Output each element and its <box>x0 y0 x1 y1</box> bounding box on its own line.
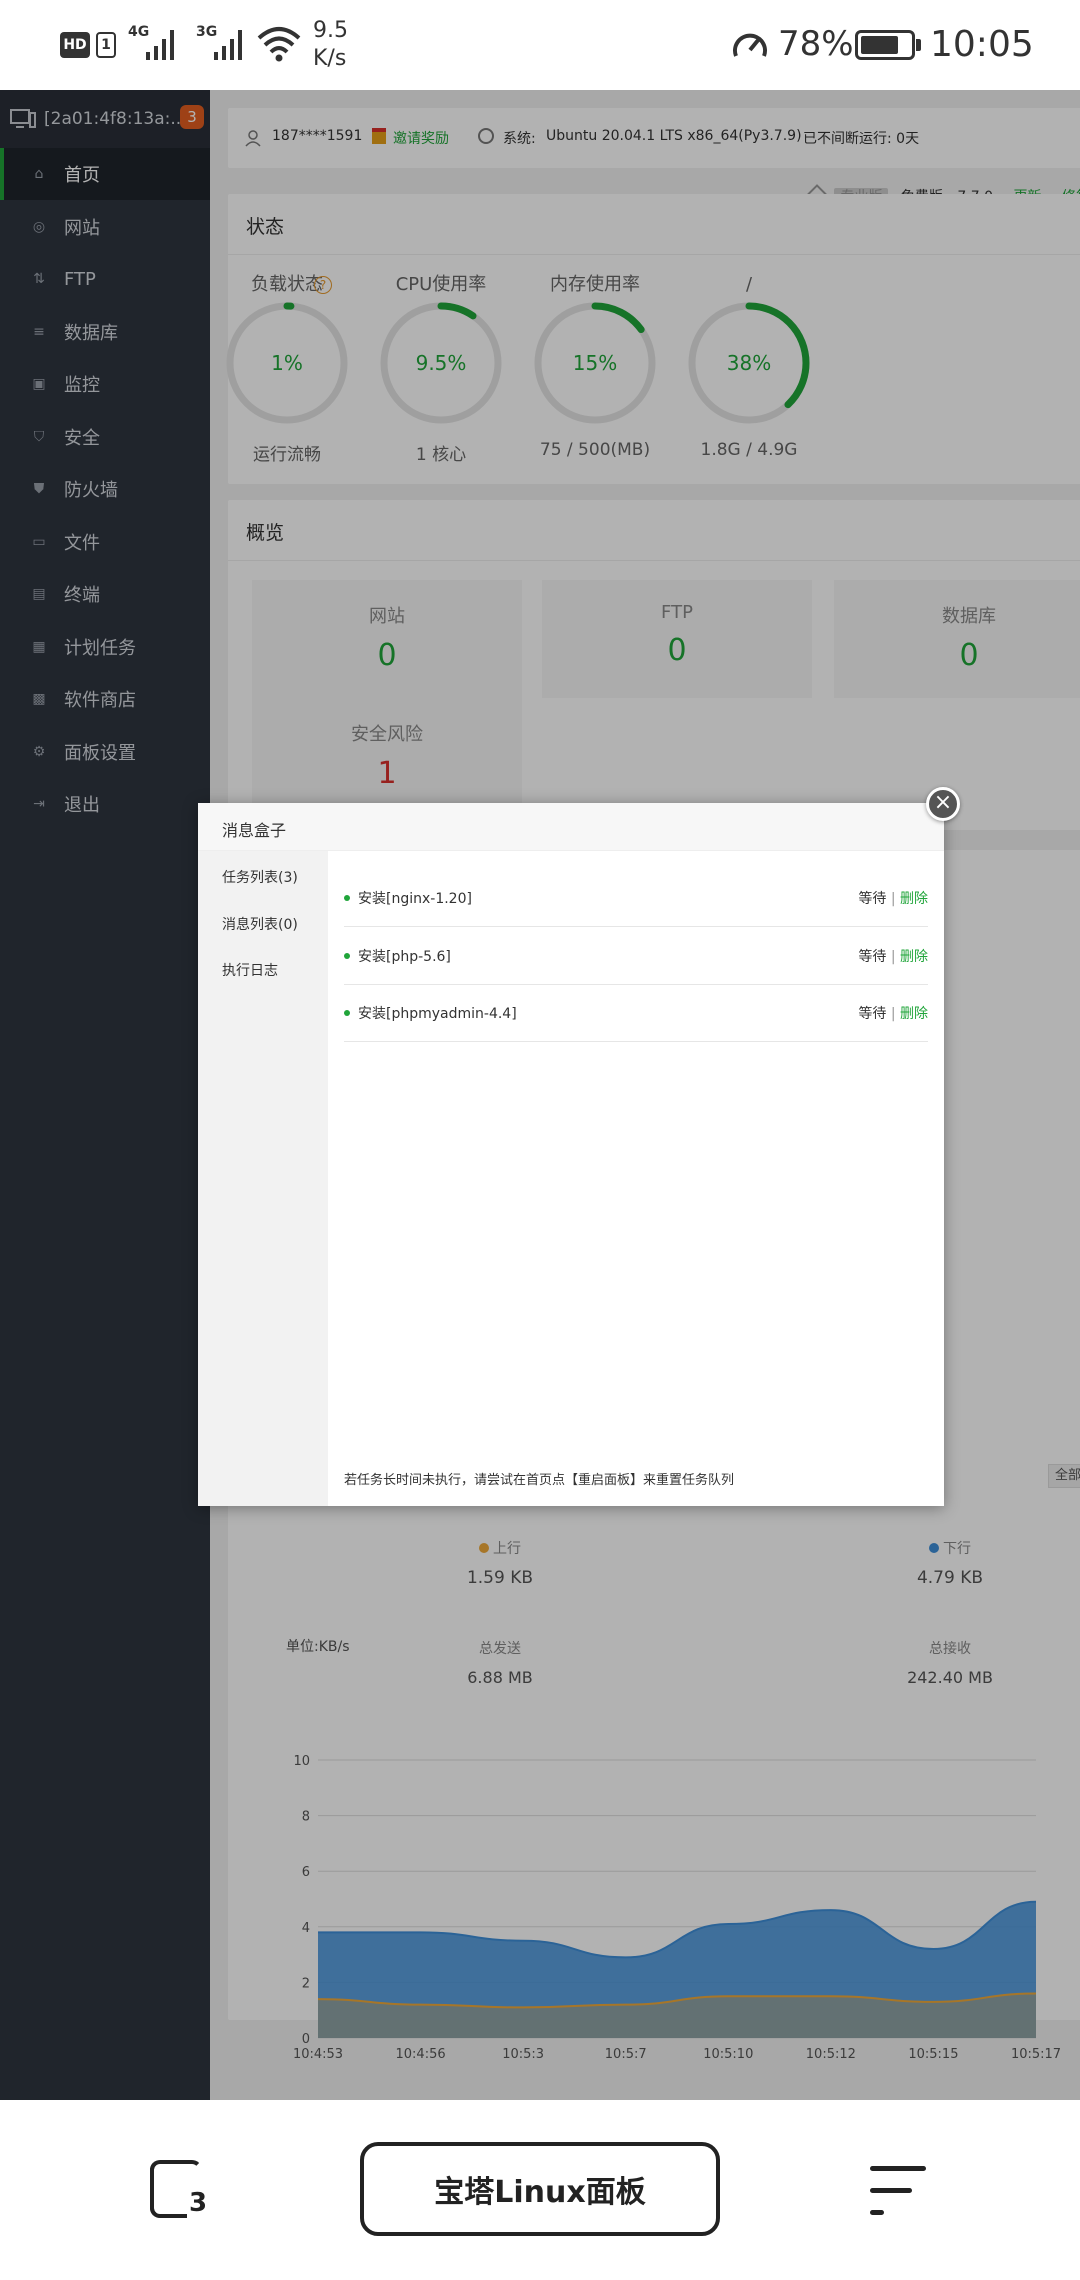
task-state: 等待 <box>858 948 887 965</box>
task-name: 安装[phpmyadmin-4.4] <box>358 1006 517 1022</box>
status-bar: HD 1 4G 3G 9.5 K/s 78% 10:05 <box>0 0 1080 90</box>
task-name: 安装[php-5.6] <box>358 948 451 965</box>
battery-percent: 78% <box>778 24 854 64</box>
task-name: 安装[nginx-1.20] <box>358 891 472 907</box>
status-dot <box>344 952 350 959</box>
app-title-button[interactable]: 宝塔Linux面板 <box>360 2142 720 2236</box>
signal-icon <box>146 30 174 60</box>
modal-footer-note: 若任务长时间未执行，请尝试在首页点【重启面板】来重置任务队列 <box>344 1473 735 1488</box>
screen: HD 1 4G 3G 9.5 K/s 78% 10:05 [2a01:4f8:1… <box>0 0 1080 2280</box>
delete-link[interactable]: 删除 <box>900 891 928 907</box>
task-row: 安装[php-5.6] 等待 | 删除 <box>344 928 928 985</box>
app-title: 宝塔Linux面板 <box>434 2175 646 2210</box>
task-row: 安装[nginx-1.20] 等待 | 删除 <box>344 870 928 927</box>
tabs-count: 3 <box>187 2188 210 2218</box>
delete-link[interactable]: 删除 <box>900 949 928 965</box>
modal-tab-panel <box>198 851 328 1506</box>
tab-message-list[interactable]: 消息列表(0) <box>222 914 298 934</box>
tab-exec-log[interactable]: 执行日志 <box>222 960 278 980</box>
tabs-button[interactable]: 3 <box>150 2160 210 2218</box>
task-state: 等待 <box>858 891 887 907</box>
speedometer-icon <box>733 33 767 57</box>
status-dot <box>344 1010 350 1016</box>
close-icon[interactable]: × <box>926 787 960 821</box>
battery-icon <box>855 30 915 60</box>
delete-link[interactable]: 删除 <box>900 1006 928 1022</box>
signal-icon-2 <box>214 30 242 60</box>
clock: 10:05 <box>930 24 1034 65</box>
task-row: 安装[phpmyadmin-4.4] 等待 | 删除 <box>344 985 928 1042</box>
message-box-modal: 消息盒子 任务列表(3) 消息列表(0) 执行日志 安装[nginx-1.20]… <box>198 803 944 1506</box>
task-separator: | <box>890 1006 896 1022</box>
nav-bar: 3 宝塔Linux面板 <box>0 2100 1080 2280</box>
status-dot <box>344 895 350 901</box>
menu-icon[interactable] <box>870 2164 930 2220</box>
net-speed-unit: K/s <box>313 46 347 71</box>
task-separator: | <box>890 891 896 907</box>
task-separator: | <box>890 948 896 965</box>
net-speed: 9.5 <box>313 18 348 43</box>
task-state: 等待 <box>858 1006 887 1022</box>
modal-title: 消息盒子 <box>222 821 287 840</box>
tab-task-list[interactable]: 任务列表(3) <box>222 867 298 887</box>
sim-badge: 1 <box>96 32 116 58</box>
modal-header: 消息盒子 <box>198 803 944 851</box>
hd-badge: HD <box>60 32 90 58</box>
wifi-icon <box>257 27 301 62</box>
